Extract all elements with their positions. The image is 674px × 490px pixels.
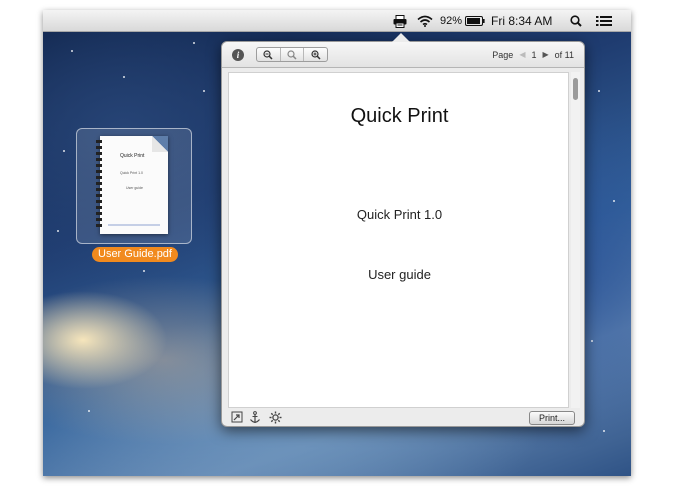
menu-bar: 92% Fri 8:34 AM (43, 10, 631, 32)
thumb-subtitle: User guide (126, 186, 143, 190)
notification-list-icon[interactable] (595, 10, 613, 32)
gear-icon[interactable] (268, 410, 282, 424)
menubar-clock[interactable]: Fri 8:34 AM (491, 10, 552, 32)
page-curl (152, 136, 168, 152)
printer-icon[interactable] (389, 10, 411, 32)
wifi-icon[interactable] (415, 10, 435, 32)
current-page-number[interactable]: 1 (531, 42, 536, 68)
file-name-label[interactable]: User Guide.pdf (92, 247, 178, 262)
page-navigation: Page ◀ 1 ▶ of 11 (492, 42, 574, 68)
zoom-reset-icon[interactable] (281, 48, 305, 61)
zoom-in-icon[interactable] (304, 48, 327, 61)
thumb-title: Quick Print (120, 153, 145, 159)
document-title: Quick Print (350, 105, 449, 127)
print-button[interactable]: Print... (529, 411, 575, 425)
popover-bottom-bar: Print... (222, 408, 584, 427)
vertical-scrollbar[interactable] (571, 72, 580, 408)
document-subtitle: User guide (368, 267, 431, 282)
quick-print-popover: i Page ◀ 1 ▶ of 11 Quick Print Quick Pri… (221, 33, 585, 427)
thumb-footer-line (108, 224, 160, 226)
desktop-screen: 92% Fri 8:34 AM Quick Print Quick Print … (43, 10, 631, 476)
page-label: Page (492, 50, 514, 60)
spotlight-icon[interactable] (569, 10, 583, 32)
expand-icon[interactable] (230, 410, 244, 424)
scrollbar-thumb[interactable] (573, 78, 578, 100)
popover-toolbar: i Page ◀ 1 ▶ of 11 (222, 42, 584, 68)
info-icon[interactable]: i (232, 49, 244, 61)
zoom-controls (256, 47, 328, 62)
battery-percent: 92% (440, 15, 463, 27)
next-page-icon[interactable]: ▶ (542, 42, 548, 68)
anchor-icon[interactable] (248, 410, 262, 424)
battery-icon[interactable] (465, 10, 485, 32)
pdf-thumbnail[interactable]: Quick Print Quick Print 1.0 User guide (96, 136, 168, 234)
document-page-view[interactable]: Quick Print Quick Print 1.0 User guide (228, 72, 569, 408)
spiral-binding (96, 140, 102, 230)
previous-page-icon[interactable]: ◀ (519, 42, 525, 68)
thumb-version: Quick Print 1.0 (120, 171, 143, 175)
zoom-out-icon[interactable] (257, 48, 281, 61)
popover-arrow (392, 33, 410, 42)
page-total: of 11 (554, 50, 574, 60)
document-version: Quick Print 1.0 (356, 207, 443, 222)
